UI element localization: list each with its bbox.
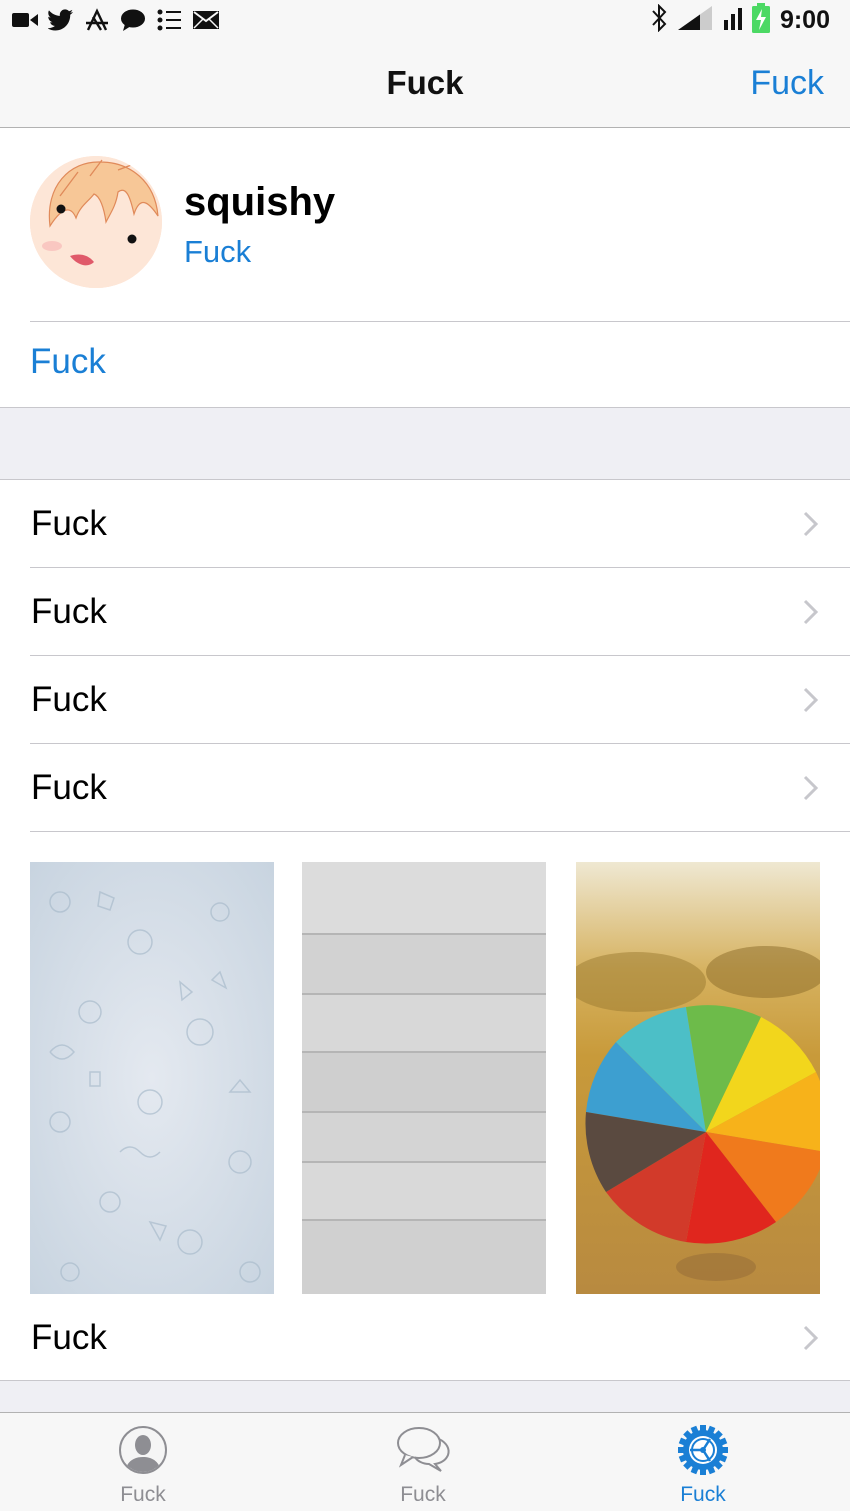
settings-list: Fuck Fuck Fuck Fuck Fuck: [0, 479, 850, 1381]
wood-planks-wallpaper-thumbnail[interactable]: [302, 862, 546, 1294]
pattern-wallpaper-thumbnail[interactable]: [30, 862, 274, 1294]
settings-row-label: Fuck: [31, 504, 107, 543]
cell-signal-icon: [677, 5, 714, 35]
status-bar: 9:00: [0, 0, 850, 40]
nav-right-button[interactable]: Fuck: [750, 64, 824, 103]
battery-charging-icon: [751, 2, 770, 38]
contacts-icon: [119, 1426, 167, 1474]
profile-section: squishy Fuck Fuck: [0, 128, 850, 408]
chevron-right-icon: [803, 775, 819, 801]
profile-status: Fuck: [184, 234, 252, 269]
settings-gear-icon: [678, 1425, 728, 1475]
settings-row[interactable]: Fuck: [0, 656, 850, 744]
tab-chats[interactable]: Fuck: [343, 1413, 503, 1511]
status-time: 9:00: [779, 5, 830, 34]
page-title: Fuck: [386, 64, 464, 101]
avatar[interactable]: [30, 156, 162, 288]
chevron-right-icon: [803, 1325, 819, 1351]
app-store-icon: [84, 6, 110, 34]
settings-row-chat-background[interactable]: Fuck: [0, 1294, 850, 1382]
profile-name: squishy: [184, 180, 336, 224]
tab-bar: Fuck Fuck Fuck: [0, 1412, 850, 1511]
chat-bubble-icon: [120, 6, 146, 34]
status-system-icons: 9:00: [650, 2, 830, 38]
list-icon: [156, 6, 182, 34]
bluetooth-icon: [650, 3, 668, 37]
settings-row[interactable]: Fuck: [0, 568, 850, 656]
chevron-right-icon: [803, 511, 819, 537]
chevron-right-icon: [803, 687, 819, 713]
tab-label: Fuck: [120, 1483, 166, 1506]
chevron-right-icon: [803, 599, 819, 625]
tab-settings[interactable]: Fuck: [623, 1413, 783, 1511]
umbrella-photo-wallpaper-thumbnail[interactable]: [576, 862, 820, 1294]
settings-row[interactable]: Fuck: [0, 744, 850, 832]
tab-contacts[interactable]: Fuck: [63, 1413, 223, 1511]
status-notification-icons: [12, 6, 220, 34]
chats-icon: [397, 1427, 450, 1472]
twitter-bird-icon: [48, 6, 74, 34]
settings-row[interactable]: Fuck: [0, 480, 850, 568]
video-camera-icon: [12, 6, 38, 34]
mail-icon: [192, 6, 220, 34]
navigation-bar: Fuck Fuck: [0, 40, 850, 128]
divider: [30, 831, 850, 832]
settings-row-label: Fuck: [31, 768, 107, 807]
settings-row-label: Fuck: [31, 1318, 107, 1357]
settings-row-label: Fuck: [31, 680, 107, 719]
profile-action-link[interactable]: Fuck: [30, 342, 106, 382]
settings-row-label: Fuck: [31, 592, 107, 631]
tab-label: Fuck: [400, 1483, 446, 1506]
divider: [30, 321, 850, 322]
wifi-bars-icon: [723, 6, 742, 35]
tab-label: Fuck: [680, 1483, 726, 1506]
background-thumbnails: [0, 862, 850, 1294]
